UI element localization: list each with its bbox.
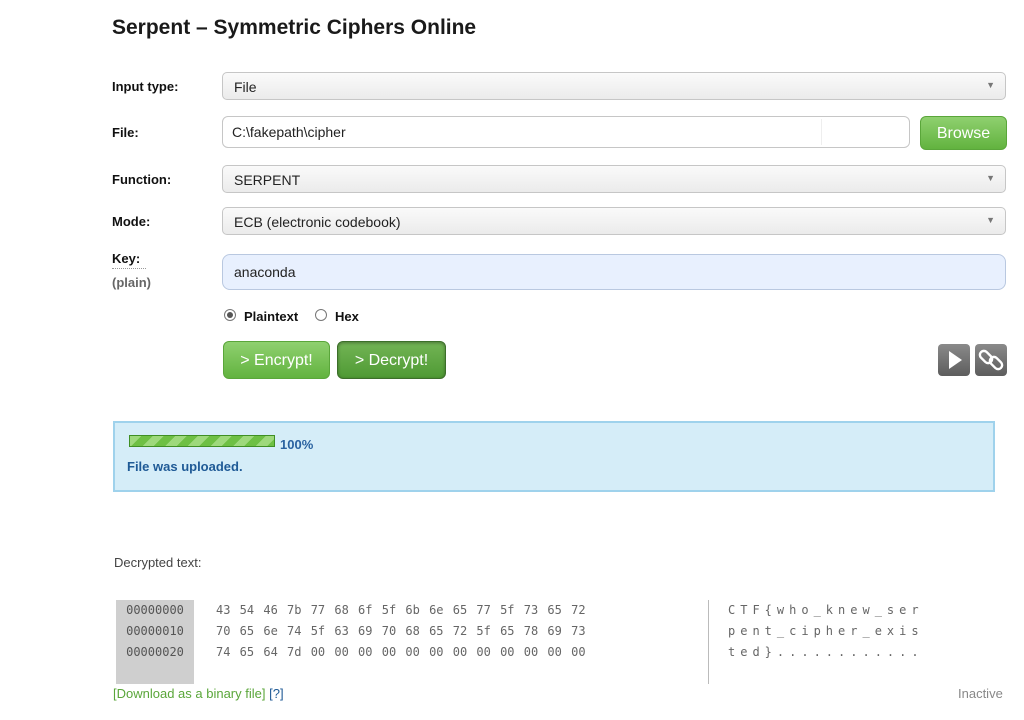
plaintext-radio[interactable] (224, 309, 236, 321)
download-links: [Download as a binary file] [?] (113, 686, 284, 701)
input-type-select[interactable]: File ▼ (222, 72, 1006, 100)
ascii-row: CTF{who_knew_ser (728, 603, 924, 617)
link-button[interactable] (975, 344, 1007, 376)
hex-radio[interactable] (315, 309, 327, 321)
upload-progress-percent: 100% (280, 437, 314, 452)
key-label-underline (112, 268, 146, 269)
upload-status-panel: 100% File was uploaded. (113, 421, 995, 492)
function-select[interactable]: SERPENT ▼ (222, 165, 1006, 193)
hex-bytes-row: 70 65 6e 74 5f 63 69 70 68 65 72 5f 65 7… (216, 624, 586, 638)
encrypt-button[interactable]: > Encrypt! (223, 341, 330, 379)
file-label: File: (112, 125, 139, 140)
plaintext-radio-label[interactable]: Plaintext (244, 309, 298, 324)
key-label: Key: (112, 251, 141, 266)
upload-status-message: File was uploaded. (127, 459, 243, 474)
mode-value: ECB (electronic codebook) (234, 214, 401, 230)
ascii-row: ted}............ (728, 645, 924, 659)
hex-bytes-row: 74 65 64 7d 00 00 00 00 00 00 00 00 00 0… (216, 645, 586, 659)
browse-button[interactable]: Browse (920, 116, 1007, 150)
row-offset: 00000000 (126, 603, 184, 617)
upload-progress-bar (129, 435, 275, 447)
row-offset: 00000010 (126, 624, 184, 638)
file-input[interactable]: C:\fakepath\cipher (222, 116, 910, 148)
output-state-label: Inactive (958, 686, 1003, 701)
page-title: Serpent – Symmetric Ciphers Online (112, 16, 477, 39)
function-label: Function: (112, 172, 172, 187)
chevron-down-icon: ▼ (986, 173, 995, 183)
chevron-down-icon: ▼ (986, 80, 995, 90)
input-type-label: Input type: (112, 79, 179, 94)
decrypt-button[interactable]: > Decrypt! (337, 341, 446, 379)
chevron-down-icon: ▼ (986, 215, 995, 225)
link-icon (978, 349, 1004, 371)
decrypted-text-label: Decrypted text: (114, 555, 202, 570)
hex-bytes-row: 43 54 46 7b 77 68 6f 5f 6b 6e 65 77 5f 7… (216, 603, 586, 617)
play-icon (949, 351, 962, 369)
function-value: SERPENT (234, 172, 301, 188)
mode-label: Mode: (112, 214, 151, 229)
hex-ascii-divider (708, 600, 709, 684)
offset-column: 00000000 00000010 00000020 (116, 600, 194, 684)
row-offset: 00000020 (126, 645, 184, 659)
input-type-value: File (234, 79, 257, 95)
key-input[interactable]: anaconda (222, 254, 1006, 290)
upload-progress-fill (130, 436, 274, 446)
help-link[interactable]: [?] (269, 686, 283, 701)
key-format-hint: (plain) (112, 275, 151, 290)
mode-select[interactable]: ECB (electronic codebook) ▼ (222, 207, 1006, 235)
play-button[interactable] (938, 344, 970, 376)
file-input-divider (821, 119, 822, 145)
hex-radio-label[interactable]: Hex (335, 309, 359, 324)
download-binary-link[interactable]: [Download as a binary file] (113, 686, 265, 701)
key-value: anaconda (234, 264, 296, 280)
ascii-row: pent_cipher_exis (728, 624, 924, 638)
file-path: C:\fakepath\cipher (232, 124, 346, 140)
